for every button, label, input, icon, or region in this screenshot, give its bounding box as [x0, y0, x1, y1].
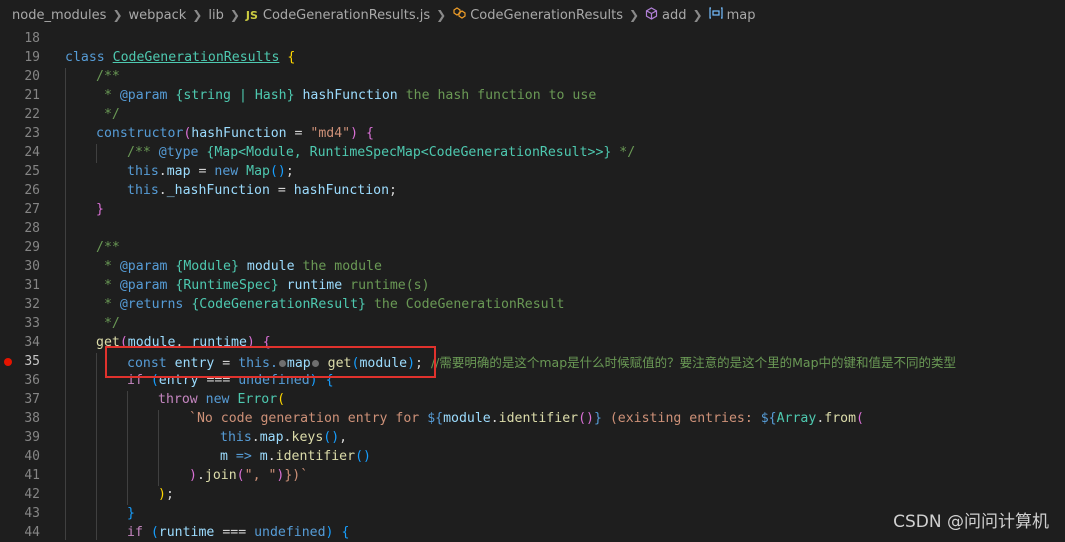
code-line: 25 this.map = new Map();	[0, 162, 1065, 181]
code-line: 39 this.map.keys(),	[0, 428, 1065, 447]
code-text: */	[96, 316, 120, 331]
code-line: 22 */	[0, 105, 1065, 124]
line-number: 40	[24, 449, 40, 464]
code-text: `No code generation entry for ${module.i…	[189, 411, 864, 426]
code-line: 19 class CodeGenerationResults {	[0, 48, 1065, 67]
watermark: CSDN @问问计算机	[893, 512, 1049, 532]
code-text: /**	[96, 69, 120, 84]
code-line: 32 * @returns {CodeGenerationResult} the…	[0, 295, 1065, 314]
line-number: 21	[24, 88, 40, 103]
line-number: 36	[24, 373, 40, 388]
code-text: }	[127, 506, 135, 521]
code-line: 27 }	[0, 200, 1065, 219]
code-text: */	[96, 107, 120, 122]
code-line: 38 `No code generation entry for ${modul…	[0, 409, 1065, 428]
line-number: 28	[24, 221, 40, 236]
method-symbol-icon	[645, 6, 658, 24]
code-line: 41 ).join(", ")})`	[0, 466, 1065, 485]
line-number: 44	[24, 525, 40, 540]
code-text: throw new Error(	[158, 392, 286, 407]
line-number: 37	[24, 392, 40, 407]
code-text: /**	[96, 240, 120, 255]
code-text: * @param {string | Hash} hashFunction th…	[96, 88, 597, 103]
chevron-right-icon: ❯	[112, 8, 123, 22]
code-text: class CodeGenerationResults {	[65, 50, 296, 65]
line-number: 32	[24, 297, 40, 312]
line-number: 41	[24, 468, 40, 483]
code-line: 26 this._hashFunction = hashFunction;	[0, 181, 1065, 200]
code-text: /** @type {Map<Module, RuntimeSpecMap<Co…	[127, 145, 636, 160]
line-number: 38	[24, 411, 40, 426]
code-text: * @param {RuntimeSpec} runtime runtime(s…	[96, 278, 430, 293]
field-symbol-icon	[708, 7, 723, 23]
annotation-highlight-box	[105, 346, 436, 378]
breadcrumb-item-lib[interactable]: lib	[208, 8, 223, 23]
chevron-right-icon: ❯	[628, 8, 640, 22]
line-number: 24	[24, 145, 40, 160]
line-number: 18	[24, 31, 40, 46]
line-number: 42	[24, 487, 40, 502]
code-text: this._hashFunction = hashFunction;	[127, 183, 397, 198]
code-line: 30 * @param {Module} module the module	[0, 257, 1065, 276]
line-number: 34	[24, 335, 40, 350]
class-symbol-icon	[452, 7, 466, 23]
code-line: 18	[0, 29, 1065, 48]
code-text: }	[96, 202, 104, 217]
code-text: this.map = new Map();	[127, 164, 294, 179]
breadcrumb-item-webpack[interactable]: webpack	[129, 8, 187, 23]
breadcrumb: node_modules ❯ webpack ❯ lib ❯ JS CodeGe…	[0, 0, 1065, 30]
breadcrumb-item-method[interactable]: add	[662, 8, 686, 23]
line-number: 35	[24, 354, 40, 369]
line-number: 22	[24, 107, 40, 122]
code-line: 20 /**	[0, 67, 1065, 86]
code-text: m => m.identifier()	[220, 449, 371, 464]
line-number: 23	[24, 126, 40, 141]
code-text: * @param {Module} module the module	[96, 259, 382, 274]
code-line: 28	[0, 219, 1065, 238]
line-number: 27	[24, 202, 40, 217]
code-line: 42 );	[0, 485, 1065, 504]
code-line: 29 /**	[0, 238, 1065, 257]
code-line: 40 m => m.identifier()	[0, 447, 1065, 466]
line-number: 26	[24, 183, 40, 198]
chevron-right-icon: ❯	[229, 8, 240, 22]
code-text: );	[158, 487, 174, 502]
line-number: 20	[24, 69, 40, 84]
chevron-right-icon: ❯	[692, 8, 703, 22]
code-line: 24 /** @type {Map<Module, RuntimeSpecMap…	[0, 143, 1065, 162]
code-text: this.map.keys(),	[220, 430, 348, 445]
breadcrumb-item-class[interactable]: CodeGenerationResults	[470, 8, 623, 23]
code-text: if (runtime === undefined) {	[127, 525, 350, 540]
code-line: 33 */	[0, 314, 1065, 333]
chevron-right-icon: ❯	[192, 8, 203, 22]
line-number: 30	[24, 259, 40, 274]
code-line: 37 throw new Error(	[0, 390, 1065, 409]
line-number: 39	[24, 430, 40, 445]
code-text: ).join(", ")})`	[189, 468, 309, 483]
code-line: 31 * @param {RuntimeSpec} runtime runtim…	[0, 276, 1065, 295]
js-file-icon: JS	[245, 8, 258, 22]
line-number: 25	[24, 164, 40, 179]
chevron-right-icon: ❯	[436, 8, 447, 22]
code-line: 23 constructor(hashFunction = "md4") {	[0, 124, 1065, 143]
line-number: 33	[24, 316, 40, 331]
code-editor[interactable]: 18 19 class CodeGenerationResults { 20 /…	[0, 30, 1065, 540]
breadcrumb-item-field[interactable]: map	[727, 8, 756, 23]
code-text: * @returns {CodeGenerationResult} the Co…	[96, 297, 565, 312]
line-number: 19	[24, 50, 40, 65]
line-number: 29	[24, 240, 40, 255]
code-line: 21 * @param {string | Hash} hashFunction…	[0, 86, 1065, 105]
code-text: constructor(hashFunction = "md4") {	[96, 126, 374, 141]
breadcrumb-item-node-modules[interactable]: node_modules	[12, 8, 106, 23]
breadcrumb-item-file[interactable]: CodeGenerationResults.js	[263, 8, 430, 23]
line-number: 31	[24, 278, 40, 293]
line-number: 43	[24, 506, 40, 521]
